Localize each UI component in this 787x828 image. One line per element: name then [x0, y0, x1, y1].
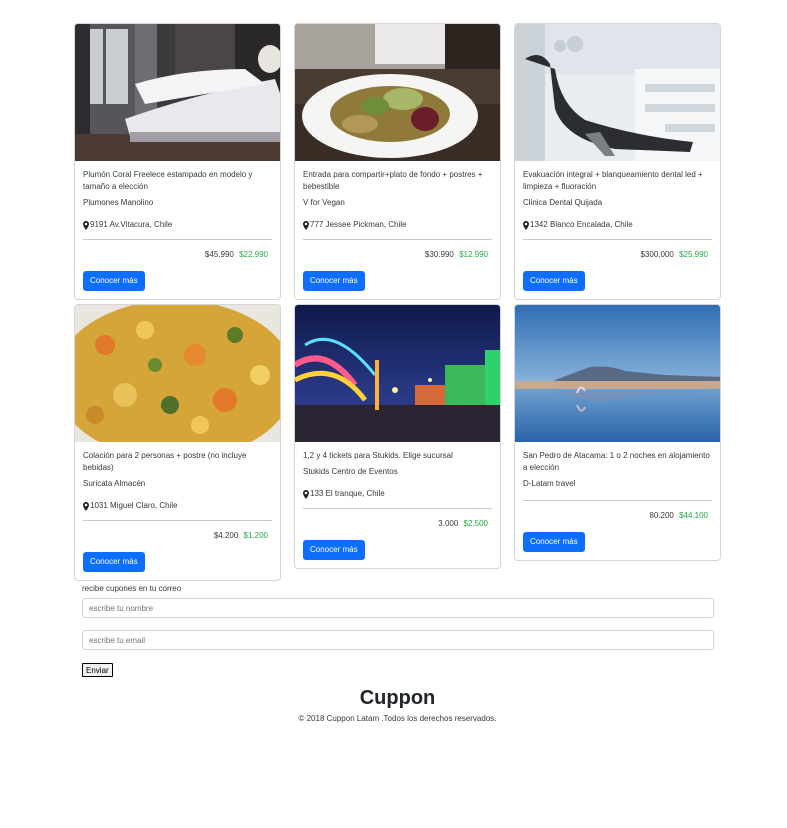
- location-text: 9191 Av.Vitacura, Chile: [90, 220, 173, 229]
- copyright-text: © 2018 Cuppon Latam .Todos los derechos …: [298, 714, 497, 723]
- divider: [523, 239, 712, 240]
- atacama-lake-photo: [515, 305, 720, 442]
- deal-card: Plumón Coral Freelece estampado en model…: [74, 23, 281, 300]
- discount-price: $2.500: [463, 519, 488, 528]
- map-marker-icon: [303, 220, 309, 230]
- deal-location: 1342 Blanco Encalada, Chile: [523, 219, 712, 231]
- conocer-mas-button[interactable]: Conocer más: [523, 271, 585, 291]
- subscribe-label: recibe cupones en tu correo: [82, 584, 182, 593]
- discount-price: $25.990: [679, 250, 708, 259]
- conocer-mas-button[interactable]: Conocer más: [303, 540, 365, 560]
- original-price: $45.990: [204, 250, 234, 259]
- divider: [303, 508, 492, 509]
- subscribe-form: recibe cupones en tu correo Enviar: [82, 584, 714, 677]
- conocer-mas-button[interactable]: Conocer más: [523, 532, 585, 552]
- bedroom-photo: [75, 24, 280, 161]
- deal-location: 9191 Av.Vitacura, Chile: [83, 219, 272, 231]
- price-row: $45.990 $22.990: [83, 249, 272, 261]
- map-marker-icon: [83, 220, 89, 230]
- original-price: $300.000: [640, 250, 674, 259]
- price-row: 80.200 $44.100: [523, 510, 712, 522]
- discount-price: $22.990: [239, 250, 268, 259]
- deal-title: San Pedro de Atacama: 1 o 2 noches en al…: [523, 451, 710, 472]
- discount-price: $1.200: [243, 531, 268, 540]
- original-price: $4.200: [213, 531, 239, 540]
- deal-card: Colación para 2 personas + postre (no in…: [74, 304, 281, 581]
- fair-night-photo: [295, 305, 500, 442]
- merchant-name: Suricata Almacén: [83, 479, 146, 488]
- original-price: $30.990: [424, 250, 454, 259]
- vegan-dish-photo: [295, 24, 500, 161]
- location-text: 133 El tranque, Chile: [310, 489, 385, 498]
- discount-price: $12.990: [459, 250, 488, 259]
- location-text: 777 Jessee Pickman, Chile: [310, 220, 407, 229]
- deal-title: Plumón Coral Freelece estampado en model…: [83, 170, 253, 191]
- location-text: 1031 Miguel Claro, Chile: [90, 501, 178, 510]
- food-photo: [75, 305, 280, 442]
- divider: [83, 239, 272, 240]
- footer: Cuppon © 2018 Cuppon Latam .Todos los de…: [0, 686, 787, 723]
- deal-title: 1,2 y 4 tickets para Stukids. Elige sucu…: [303, 451, 453, 460]
- deal-card: 1,2 y 4 tickets para Stukids. Elige sucu…: [294, 304, 501, 569]
- conocer-mas-button[interactable]: Conocer más: [83, 552, 145, 572]
- conocer-mas-button[interactable]: Conocer más: [303, 271, 365, 291]
- deal-title: Colación para 2 personas + postre (no in…: [83, 451, 247, 472]
- deal-title: Entrada para compartir+plato de fondo + …: [303, 170, 483, 191]
- deals-grid: Plumón Coral Freelece estampado en model…: [74, 23, 722, 581]
- merchant-name: Plumones Manolino: [83, 198, 154, 207]
- location-text: 1342 Blanco Encalada, Chile: [530, 220, 633, 229]
- send-button[interactable]: Enviar: [82, 663, 113, 677]
- price-row: $300.000 $25.990: [523, 249, 712, 261]
- merchant-name: Clinica Dental Quijada: [523, 198, 603, 207]
- map-marker-icon: [523, 220, 529, 230]
- conocer-mas-button[interactable]: Conocer más: [83, 271, 145, 291]
- deal-location: 1031 Miguel Claro, Chile: [83, 500, 272, 512]
- deal-title: Evakuación integral + blanqueamiento den…: [523, 170, 703, 191]
- discount-price: $44.100: [679, 511, 708, 520]
- divider: [523, 500, 712, 501]
- brand-logo-text: Cuppon: [359, 687, 436, 709]
- price-row: 3.000 $2.500: [303, 518, 492, 530]
- merchant-name: D-Latam travel: [523, 479, 576, 488]
- dental-chair-photo: [515, 24, 720, 161]
- original-price: 80.200: [649, 511, 674, 520]
- divider: [83, 520, 272, 521]
- deal-card: Entrada para compartir+plato de fondo + …: [294, 23, 501, 300]
- deal-location: 777 Jessee Pickman, Chile: [303, 219, 492, 231]
- merchant-name: V for Vegan: [303, 198, 345, 207]
- map-marker-icon: [303, 489, 309, 499]
- map-marker-icon: [83, 501, 89, 511]
- deal-card: Evakuación integral + blanqueamiento den…: [514, 23, 721, 300]
- price-row: $30.990 $12.990: [303, 249, 492, 261]
- deal-card: San Pedro de Atacama: 1 o 2 noches en al…: [514, 304, 721, 561]
- price-row: $4.200 $1.200: [83, 530, 272, 542]
- merchant-name: Stukids Centro de Eventos: [303, 467, 398, 476]
- deal-location: 133 El tranque, Chile: [303, 488, 492, 500]
- divider: [303, 239, 492, 240]
- name-input[interactable]: [82, 598, 714, 618]
- email-input[interactable]: [82, 630, 714, 650]
- original-price: 3.000: [438, 519, 459, 528]
